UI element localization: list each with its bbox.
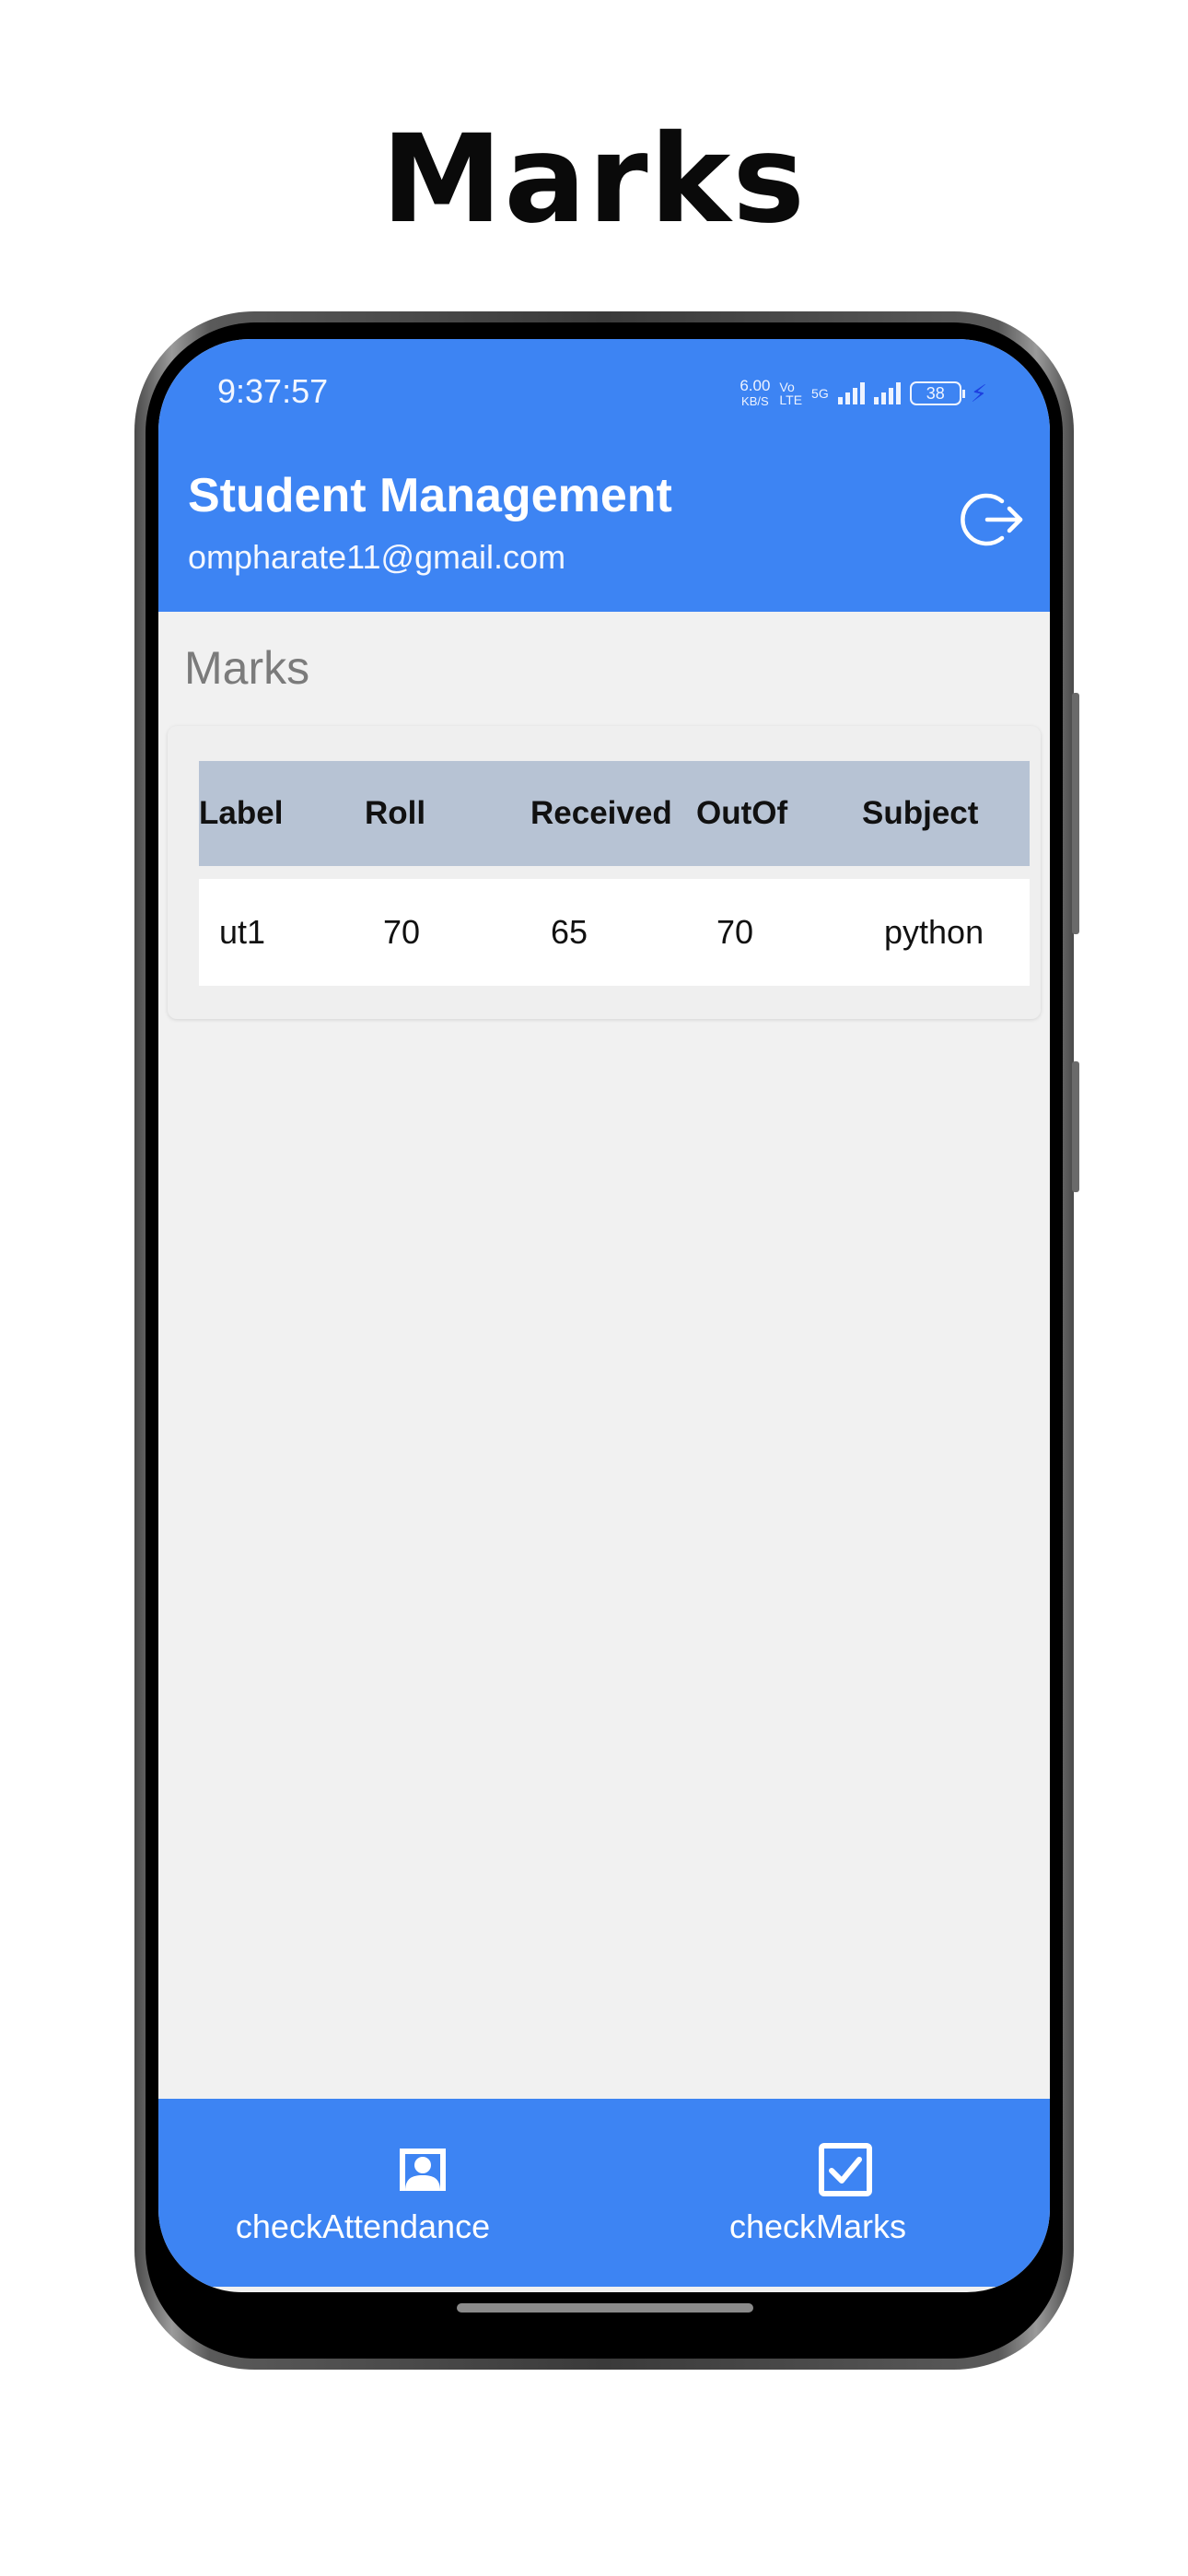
column-header-outof: OutOf bbox=[696, 795, 788, 831]
page-heading: Marks bbox=[381, 109, 807, 251]
signal-icon bbox=[873, 382, 901, 404]
column-header-received: Received bbox=[530, 795, 672, 831]
signal-icon bbox=[837, 382, 865, 404]
marks-card: Label Roll Received OutOf Subject ut1 70… bbox=[168, 726, 1041, 1019]
status-time: 9:37:57 bbox=[217, 372, 329, 410]
logout-button[interactable] bbox=[960, 486, 1026, 553]
status-icons: 6.00 KB/S Vo LTE 5G 38 ⚡ bbox=[740, 378, 987, 409]
column-header-label: Label bbox=[199, 795, 284, 831]
bottom-navigation: checkAttendance checkMarks bbox=[158, 2099, 1050, 2287]
network-type: 5G bbox=[811, 386, 829, 401]
cell-received: 65 bbox=[551, 913, 588, 951]
table-header: Label Roll Received OutOf Subject bbox=[199, 761, 1030, 866]
logout-icon bbox=[961, 493, 1023, 546]
nav-check-marks[interactable]: checkMarks bbox=[604, 2099, 1050, 2287]
table-row[interactable]: ut1 70 65 70 python bbox=[199, 879, 1030, 986]
volte-icon: Vo LTE bbox=[779, 380, 803, 407]
battery-icon: 38 bbox=[909, 381, 965, 405]
nav-label: checkMarks bbox=[728, 2207, 907, 2245]
marks-table: Label Roll Received OutOf Subject ut1 70… bbox=[199, 761, 1030, 986]
user-email: ompharate11@gmail.com bbox=[188, 538, 566, 576]
app-header: 9:37:57 6.00 KB/S Vo LTE 5G 38 ⚡ Student… bbox=[158, 339, 1050, 612]
cell-label: ut1 bbox=[219, 913, 266, 951]
phone-side-button bbox=[1072, 693, 1079, 934]
attendance-person-icon bbox=[400, 2149, 446, 2191]
app-title: Student Management bbox=[188, 469, 672, 522]
cell-outof: 70 bbox=[716, 913, 754, 951]
section-title: Marks bbox=[184, 642, 310, 694]
cell-roll: 70 bbox=[383, 913, 421, 951]
app-screen: 9:37:57 6.00 KB/S Vo LTE 5G 38 ⚡ Student… bbox=[158, 339, 1050, 2292]
checkbox-icon bbox=[819, 2143, 872, 2196]
cell-subject: python bbox=[884, 913, 984, 951]
column-header-roll: Roll bbox=[365, 795, 426, 831]
phone-side-button bbox=[1072, 1061, 1079, 1192]
nav-label: checkAttendance bbox=[235, 2207, 491, 2245]
column-header-subject: Subject bbox=[862, 795, 979, 831]
network-speed: 6.00 KB/S bbox=[740, 377, 771, 408]
charging-icon: ⚡ bbox=[970, 379, 987, 407]
nav-check-attendance[interactable]: checkAttendance bbox=[158, 2099, 604, 2287]
home-indicator[interactable] bbox=[457, 2303, 753, 2313]
